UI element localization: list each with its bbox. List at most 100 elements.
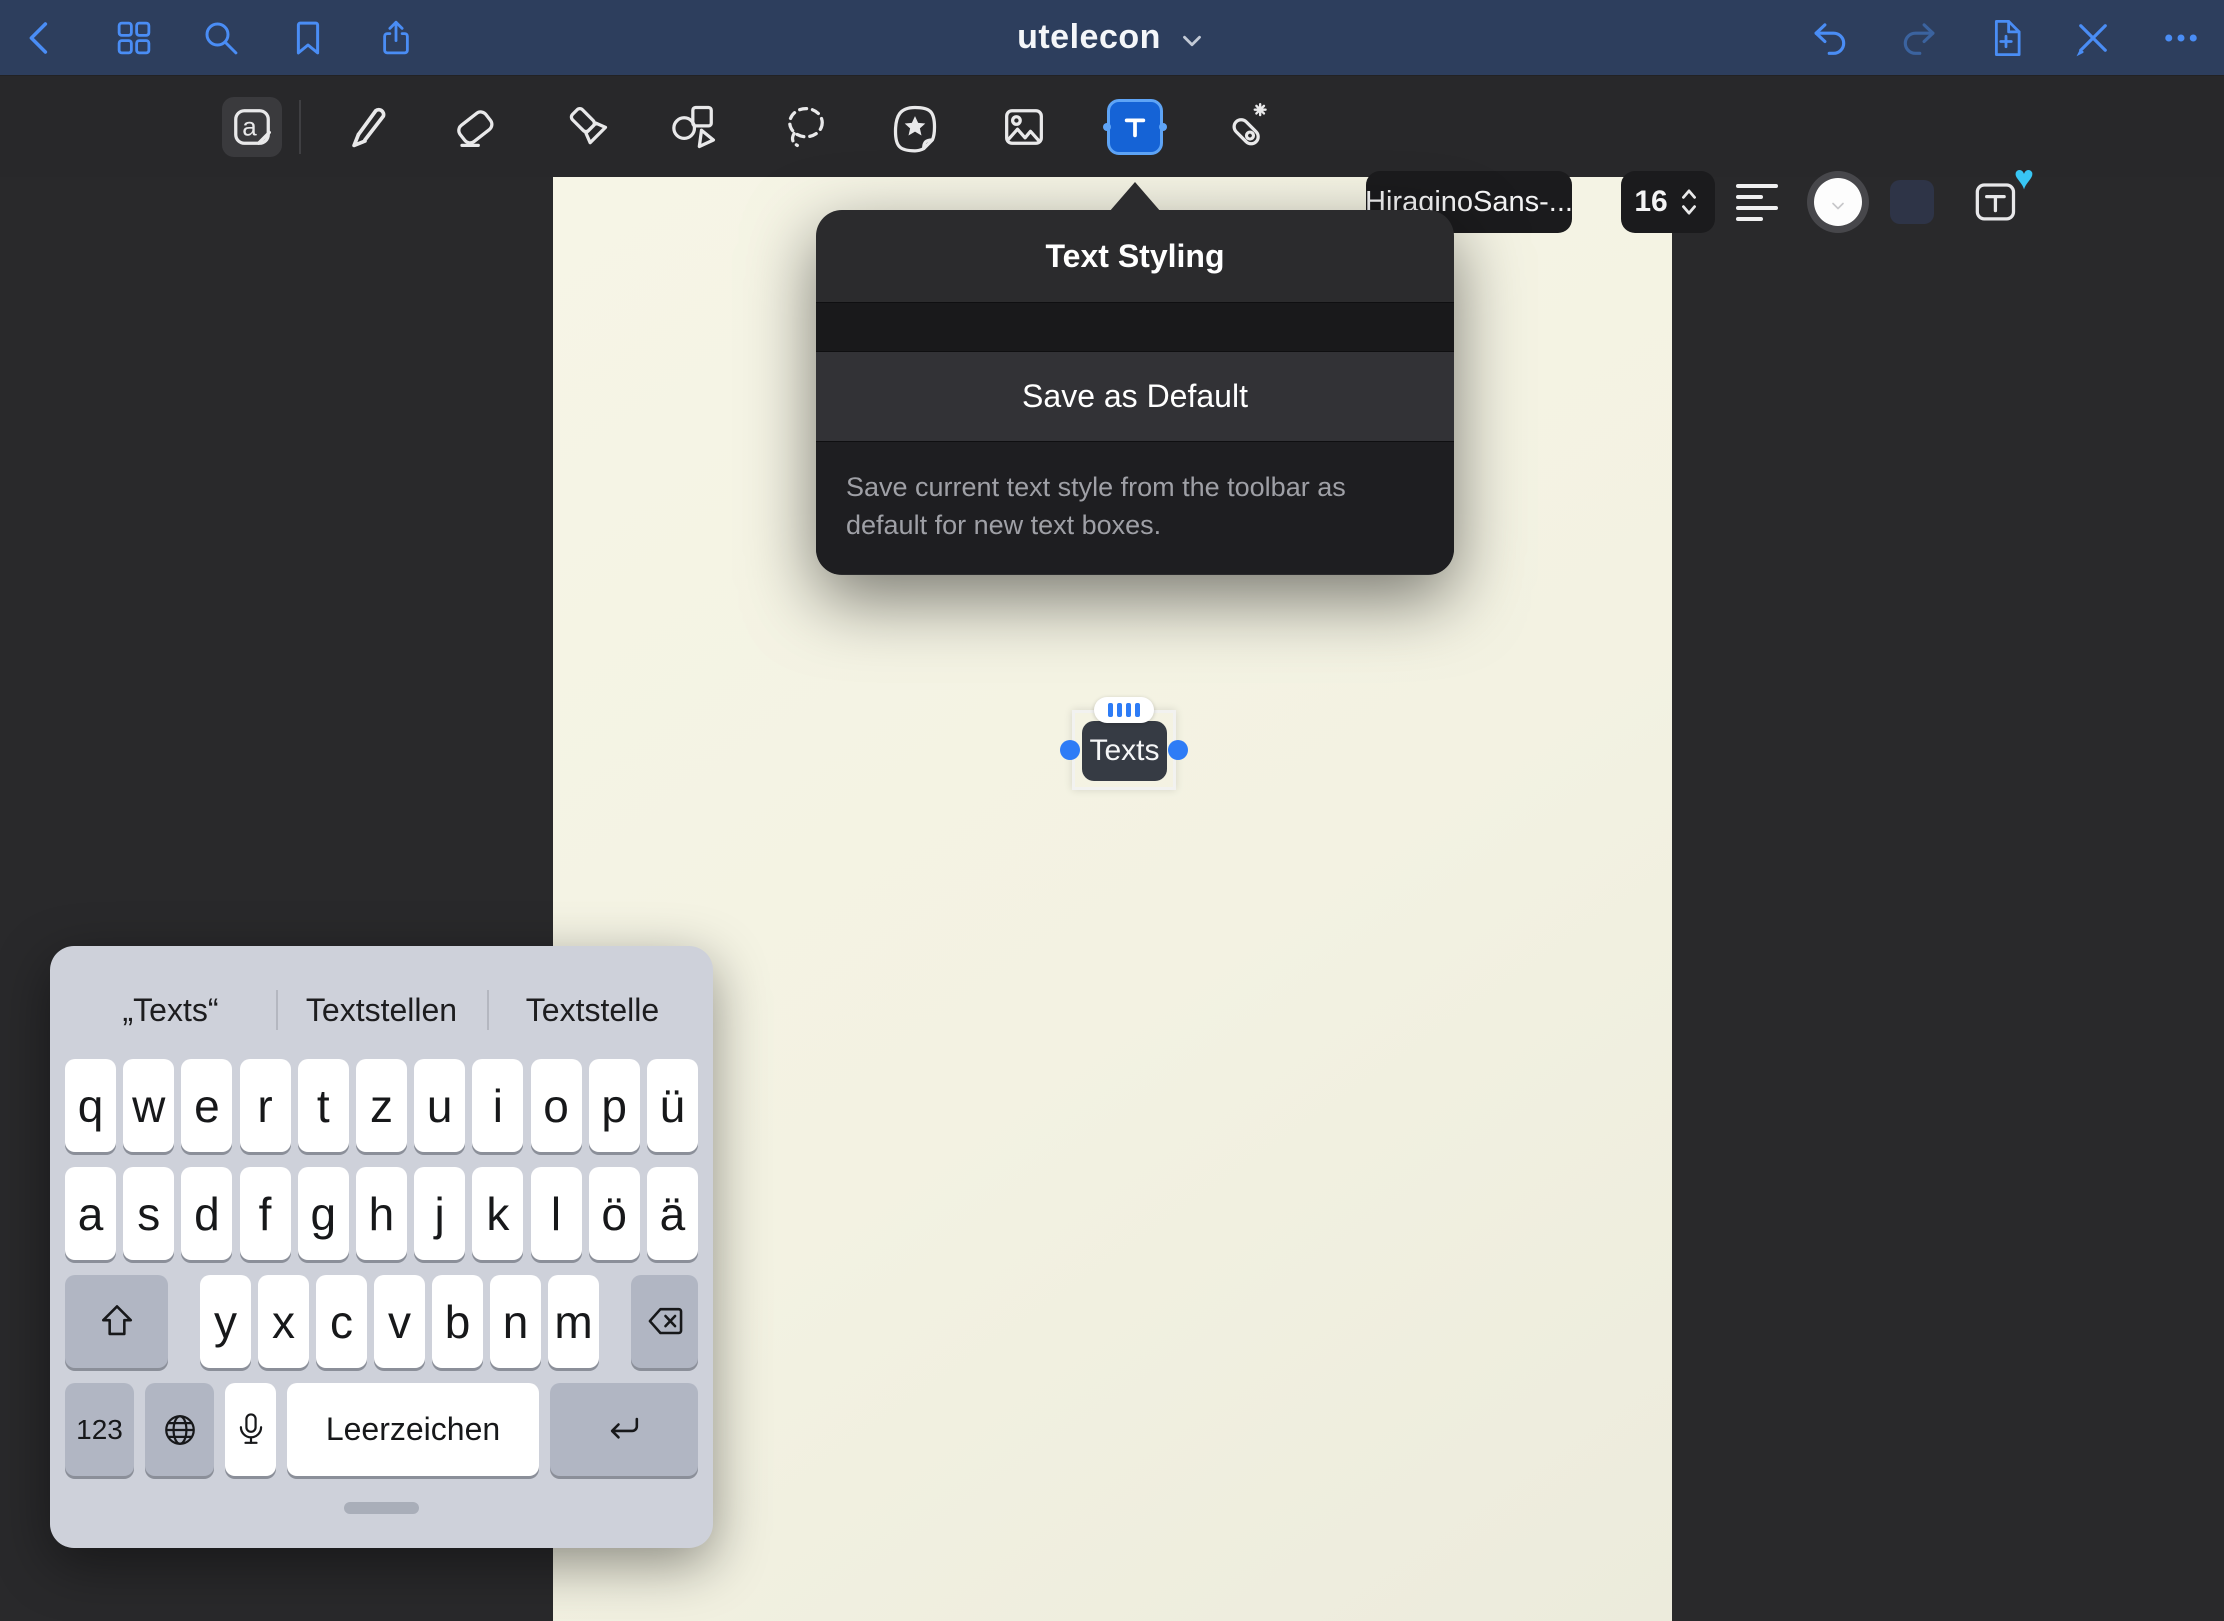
add-page-button[interactable]: [1983, 15, 2029, 61]
backspace-key[interactable]: [631, 1275, 698, 1368]
shift-key[interactable]: [65, 1275, 168, 1368]
space-key[interactable]: Leerzeichen: [287, 1383, 539, 1476]
pen-icon: [340, 101, 392, 153]
letter-key[interactable]: e: [181, 1059, 232, 1152]
letter-key[interactable]: t: [298, 1059, 349, 1152]
letter-key[interactable]: o: [531, 1059, 582, 1152]
more-ellipsis-icon: [2160, 17, 2202, 59]
text-tool-handle-dot: [1103, 123, 1111, 131]
page-mode-icon: a: [226, 101, 278, 153]
sticker-tool-button[interactable]: [885, 97, 945, 157]
keyboard-row-1: qwertzuiopü: [65, 1059, 698, 1152]
letter-key[interactable]: v: [374, 1275, 425, 1368]
more-options-button[interactable]: [2158, 15, 2204, 61]
letter-key[interactable]: i: [472, 1059, 523, 1152]
keyboard-drag-bar[interactable]: [344, 1502, 419, 1514]
shift-icon: [95, 1300, 139, 1344]
letter-key[interactable]: b: [432, 1275, 483, 1368]
dictation-key[interactable]: [225, 1383, 276, 1476]
svg-text:a: a: [242, 112, 257, 142]
return-key[interactable]: [550, 1383, 698, 1476]
letter-key[interactable]: a: [65, 1167, 116, 1260]
letter-key[interactable]: q: [65, 1059, 116, 1152]
undo-button[interactable]: [1808, 15, 1854, 61]
laser-pointer-button[interactable]: [1215, 97, 1275, 157]
resize-handle-right[interactable]: [1168, 740, 1188, 760]
image-icon: [998, 101, 1050, 153]
backspace-icon: [643, 1300, 687, 1344]
eraser-tool-button[interactable]: [445, 97, 505, 157]
eraser-icon: [449, 101, 501, 153]
letter-key[interactable]: z: [356, 1059, 407, 1152]
letter-key[interactable]: y: [200, 1275, 251, 1368]
text-color-swatch[interactable]: [1807, 171, 1869, 233]
redo-button[interactable]: [1895, 15, 1941, 61]
highlighter-tool-button[interactable]: [559, 97, 619, 157]
page-mode-button[interactable]: a: [222, 97, 282, 157]
highlighter-icon: [563, 101, 615, 153]
popover-description: Save current text style from the toolbar…: [816, 442, 1454, 574]
image-tool-button[interactable]: [994, 97, 1054, 157]
letter-key[interactable]: k: [472, 1167, 523, 1260]
save-as-default-button[interactable]: Save as Default: [816, 352, 1454, 442]
letter-key[interactable]: s: [123, 1167, 174, 1260]
letter-key[interactable]: h: [356, 1167, 407, 1260]
popover-title: Text Styling: [816, 210, 1454, 303]
letter-key[interactable]: u: [414, 1059, 465, 1152]
letter-key[interactable]: x: [258, 1275, 309, 1368]
text-styling-popover: Text Styling Save as Default Save curren…: [816, 210, 1454, 575]
letter-key[interactable]: f: [240, 1167, 291, 1260]
undo-icon: [1810, 17, 1852, 59]
letter-key[interactable]: d: [181, 1167, 232, 1260]
letter-key[interactable]: c: [316, 1275, 367, 1368]
letter-key[interactable]: ä: [647, 1167, 698, 1260]
globe-key[interactable]: [145, 1383, 214, 1476]
resize-handle-left[interactable]: [1060, 740, 1080, 760]
lasso-icon: [780, 101, 832, 153]
text-tool-handle-dot: [1159, 123, 1167, 131]
letter-key[interactable]: ü: [647, 1059, 698, 1152]
keyboard-row-4: 123 Leerzeichen: [65, 1383, 698, 1476]
favorite-text-style-button[interactable]: ♥: [1968, 171, 2032, 233]
shapes-tool-button[interactable]: [665, 97, 725, 157]
lasso-tool-button[interactable]: [776, 97, 836, 157]
letter-key[interactable]: w: [123, 1059, 174, 1152]
keyboard-row-2: asdfghjklöä: [65, 1167, 698, 1260]
letter-key[interactable]: ö: [589, 1167, 640, 1260]
laser-pointer-icon: [1219, 101, 1271, 153]
keyboard-row-3: yxcvbnm: [65, 1275, 698, 1368]
letter-key[interactable]: n: [490, 1275, 541, 1368]
numbers-key[interactable]: 123: [65, 1383, 134, 1476]
suggestion-item[interactable]: Textstelle: [487, 976, 698, 1044]
textbox[interactable]: Texts: [1082, 721, 1167, 781]
secondary-swatch[interactable]: [1890, 180, 1934, 224]
font-size-stepper[interactable]: 16: [1621, 171, 1715, 233]
floating-keyboard[interactable]: „Texts“ Textstellen Textstelle qwertzuio…: [50, 946, 713, 1548]
top-navigation-bar: utelecon: [0, 0, 2224, 75]
suggestion-item[interactable]: „Texts“: [65, 976, 276, 1044]
globe-icon: [158, 1408, 202, 1452]
stepper-chevrons-icon: [1676, 185, 1702, 219]
textbox-drag-handle[interactable]: [1094, 697, 1154, 723]
pen-tool-button[interactable]: [336, 97, 396, 157]
heart-badge-icon: ♥: [2014, 159, 2034, 198]
title-area[interactable]: utelecon: [0, 0, 2224, 75]
letter-key[interactable]: r: [240, 1059, 291, 1152]
text-tool-button-selected[interactable]: [1107, 99, 1163, 155]
letter-key[interactable]: p: [589, 1059, 640, 1152]
suggestion-item[interactable]: Textstellen: [276, 976, 487, 1044]
chevron-down-icon: [1828, 196, 1848, 216]
popover-divider-band: [816, 303, 1454, 352]
popover-arrow: [1109, 182, 1161, 212]
return-icon: [602, 1408, 646, 1452]
letter-key[interactable]: j: [414, 1167, 465, 1260]
letter-key[interactable]: g: [298, 1167, 349, 1260]
redo-icon: [1897, 17, 1939, 59]
mic-icon: [229, 1408, 273, 1452]
tool-bar: a HiraginoSans-... 16: [0, 75, 2224, 177]
letter-key[interactable]: l: [531, 1167, 582, 1260]
text-align-button[interactable]: [1736, 175, 1786, 229]
exit-edit-mode-button[interactable]: [2070, 15, 2116, 61]
document-title: utelecon: [1017, 18, 1161, 57]
letter-key[interactable]: m: [548, 1275, 599, 1368]
